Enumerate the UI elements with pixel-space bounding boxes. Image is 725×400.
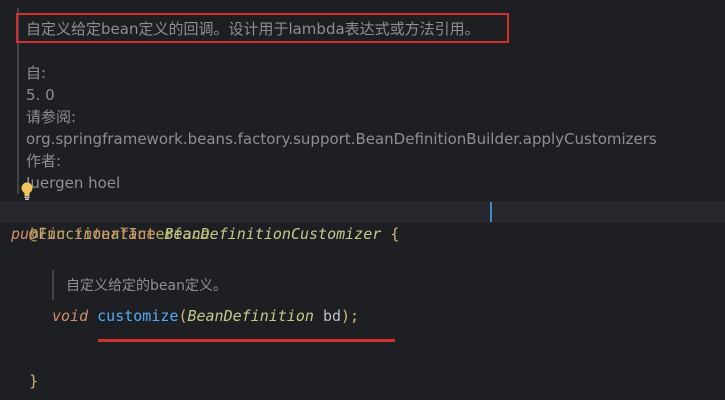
- close-paren-semicolon: );: [341, 307, 360, 325]
- code-line-method-declaration[interactable]: void customize(BeanDefinition bd);: [52, 305, 359, 327]
- summary-highlight-box: [16, 13, 509, 43]
- text-caret: [490, 202, 492, 222]
- javadoc-author-value: Juergen hoel: [26, 174, 121, 192]
- javadoc-author-label: 作者:: [26, 152, 62, 170]
- method-name-customize: customize: [97, 307, 179, 325]
- method-javadoc-summary: 自定义给定的bean定义。: [66, 278, 227, 294]
- javadoc-see-label: 请参阅:: [26, 108, 77, 126]
- lightbulb-icon[interactable]: [20, 182, 34, 202]
- javadoc-since-label: 自:: [26, 64, 47, 82]
- param-name: bd: [322, 307, 341, 325]
- open-brace: {: [390, 225, 400, 243]
- param-type: BeanDefinition: [187, 307, 314, 325]
- interface-name: BeanDefinitionCustomizer: [164, 225, 382, 243]
- keyword-void: void: [52, 307, 89, 325]
- keyword-interface: interface: [74, 225, 156, 243]
- keyword-public: public: [11, 225, 66, 243]
- close-brace: }: [29, 372, 39, 390]
- javadoc-since-value: 5. 0: [26, 86, 55, 104]
- method-underline-annotation: [98, 339, 395, 342]
- code-line-interface-declaration[interactable]: public interface BeanDefinitionCustomize…: [11, 223, 399, 245]
- method-javadoc-gutter-bar: [52, 270, 54, 300]
- code-line-close-brace[interactable]: }: [11, 348, 38, 392]
- javadoc-see-link[interactable]: org.springframework.beans.factory.suppor…: [26, 128, 657, 150]
